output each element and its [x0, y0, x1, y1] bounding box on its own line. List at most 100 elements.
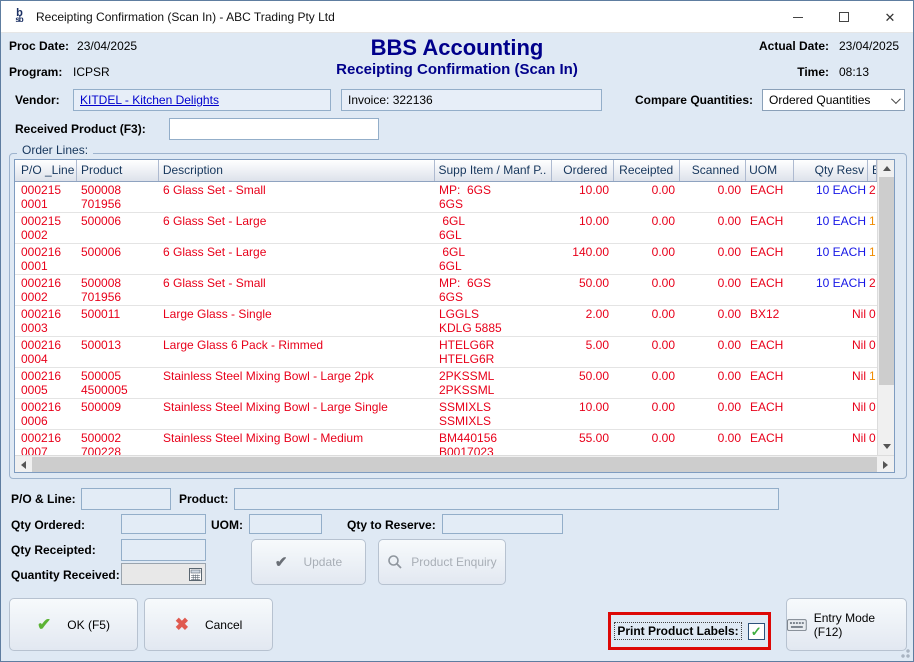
grid-cell: Stainless Steel Mixing Bowl - Large Sing…: [159, 399, 435, 429]
grid-cell: Nil: [795, 399, 869, 429]
grid-cell: 10.00: [553, 213, 615, 243]
grid-cell: 10.00: [553, 399, 615, 429]
vertical-scrollbar-thumb[interactable]: [879, 177, 894, 385]
product-label: Product:: [179, 492, 228, 506]
vendor-field[interactable]: KITDEL - Kitchen Delights: [73, 89, 331, 111]
grid-cell: 500002700228: [77, 430, 159, 456]
grid-cell: 6GL6GL: [435, 213, 553, 243]
grid-cell: Nil: [795, 368, 869, 398]
order-line-row[interactable]: 0002160004500013Large Glass 6 Pack - Rim…: [15, 337, 877, 368]
vertical-scrollbar[interactable]: [877, 160, 894, 455]
grid-cell: 0.00: [681, 244, 747, 274]
quantity-received-field[interactable]: [121, 563, 206, 585]
grid-cell: 0: [869, 306, 877, 336]
grid-cell: 0.00: [681, 213, 747, 243]
close-button[interactable]: ✕: [867, 1, 913, 33]
order-line-row[interactable]: 0002160003500011Large Glass - SingleLGGL…: [15, 306, 877, 337]
order-line-row[interactable]: 0002160006500009Stainless Steel Mixing B…: [15, 399, 877, 430]
grid-cell: 5.00: [553, 337, 615, 367]
grid-cell: 0.00: [681, 306, 747, 336]
vendor-label: Vendor:: [15, 93, 60, 107]
grid-cell: 0.00: [615, 275, 681, 305]
cancel-button[interactable]: ✖ Cancel: [144, 598, 273, 651]
grid-cell: 10.00: [553, 182, 615, 212]
grid-cell: 0.00: [681, 399, 747, 429]
grid-cell: 10 EACH: [795, 182, 869, 212]
grid-cell: 5000054500005: [77, 368, 159, 398]
product-field[interactable]: [234, 488, 779, 510]
grid-cell: EACH: [747, 182, 795, 212]
received-product-input[interactable]: [169, 118, 379, 140]
grid-cell: 0002150001: [15, 182, 77, 212]
print-product-labels-checkbox[interactable]: ✓: [748, 623, 765, 640]
grid-cell: MP: 6GS6GS: [435, 182, 553, 212]
grid-cell: EACH: [747, 275, 795, 305]
scroll-up-button[interactable]: [878, 160, 895, 177]
received-product-label: Received Product (F3):: [15, 122, 146, 136]
maximize-button[interactable]: [821, 1, 867, 33]
column-header: Product: [77, 160, 159, 181]
column-header: Receipted: [614, 160, 680, 181]
magnifier-icon: [387, 554, 403, 570]
window-title: Receipting Confirmation (Scan In) - ABC …: [36, 10, 335, 24]
column-header: B: [868, 160, 877, 181]
invoice-value: Invoice: 322136: [348, 93, 433, 107]
order-line-row[interactable]: 00021600025000087019566 Glass Set - Smal…: [15, 275, 877, 306]
scroll-down-button[interactable]: [878, 438, 895, 455]
grid-cell: 1: [869, 213, 877, 243]
grid-cell: EACH: [747, 337, 795, 367]
grid-cell: 50.00: [553, 275, 615, 305]
uom-field[interactable]: [249, 514, 322, 534]
grid-cell: SSMIXLSSSMIXLS: [435, 399, 553, 429]
resize-grip[interactable]: [898, 646, 910, 658]
compare-quantities-label: Compare Quantities:: [635, 93, 753, 107]
time-value: 08:13: [839, 65, 905, 79]
order-line-row[interactable]: 00021600055000054500005Stainless Steel M…: [15, 368, 877, 399]
column-header: Ordered: [552, 160, 614, 181]
compare-quantities-select[interactable]: Ordered Quantities: [762, 89, 905, 111]
ok-button[interactable]: ✔ OK (F5): [9, 598, 138, 651]
grid-cell: 0.00: [615, 399, 681, 429]
entry-mode-button[interactable]: Entry Mode (F12): [786, 598, 907, 651]
order-line-row[interactable]: 00021500025000066 Glass Set - Large 6GL6…: [15, 213, 877, 244]
order-lines-grid: P/O _LineProductDescriptionSupp Item / M…: [14, 159, 895, 473]
update-button[interactable]: ✔ Update: [251, 539, 366, 585]
print-labels-annotation: Print Product Labels: ✓: [608, 612, 771, 650]
time-label: Time:: [751, 65, 829, 79]
qty-ordered-field[interactable]: [121, 514, 206, 534]
grid-cell: 500008701956: [77, 275, 159, 305]
scroll-right-button[interactable]: [877, 456, 894, 473]
horizontal-scrollbar[interactable]: [15, 455, 894, 472]
order-line-row[interactable]: 0002160007500002700228Stainless Steel Mi…: [15, 430, 877, 456]
grid-cell: EACH: [747, 368, 795, 398]
grid-cell: MP: 6GS6GS: [435, 275, 553, 305]
po-and-line-field[interactable]: [81, 488, 171, 510]
invoice-field: Invoice: 322136: [341, 89, 602, 111]
minimize-button[interactable]: [775, 1, 821, 33]
triangle-down-icon: [883, 444, 891, 449]
close-icon: ✕: [885, 11, 896, 24]
order-line-row[interactable]: 00021500015000087019566 Glass Set - Smal…: [15, 182, 877, 213]
grid-cell: 50.00: [553, 368, 615, 398]
qty-receipted-field[interactable]: [121, 539, 206, 561]
qty-to-reserve-field[interactable]: [442, 514, 563, 534]
uom-label: UOM:: [211, 518, 243, 532]
calculator-icon[interactable]: [188, 567, 203, 582]
vendor-link[interactable]: KITDEL - Kitchen Delights: [80, 93, 219, 107]
triangle-left-icon: [21, 461, 26, 469]
horizontal-scrollbar-thumb[interactable]: [32, 457, 877, 472]
order-line-row[interactable]: 00021600015000066 Glass Set - Large 6GL6…: [15, 244, 877, 275]
grid-cell: 0.00: [681, 430, 747, 456]
grid-cell: 0: [869, 430, 877, 456]
grid-cell: 55.00: [553, 430, 615, 456]
product-enquiry-button[interactable]: Product Enquiry: [378, 539, 506, 585]
keyboard-icon: [787, 618, 807, 632]
grid-cell: Stainless Steel Mixing Bowl - Medium: [159, 430, 435, 456]
scroll-left-button[interactable]: [15, 456, 32, 473]
grid-cell: 1: [869, 368, 877, 398]
grid-cell: 10 EACH: [795, 213, 869, 243]
grid-cell: HTELG6RHTELG6R: [435, 337, 553, 367]
grid-cell: EACH: [747, 399, 795, 429]
print-product-labels-label: Print Product Labels:: [614, 622, 741, 640]
grid-cell: 500011: [77, 306, 159, 336]
